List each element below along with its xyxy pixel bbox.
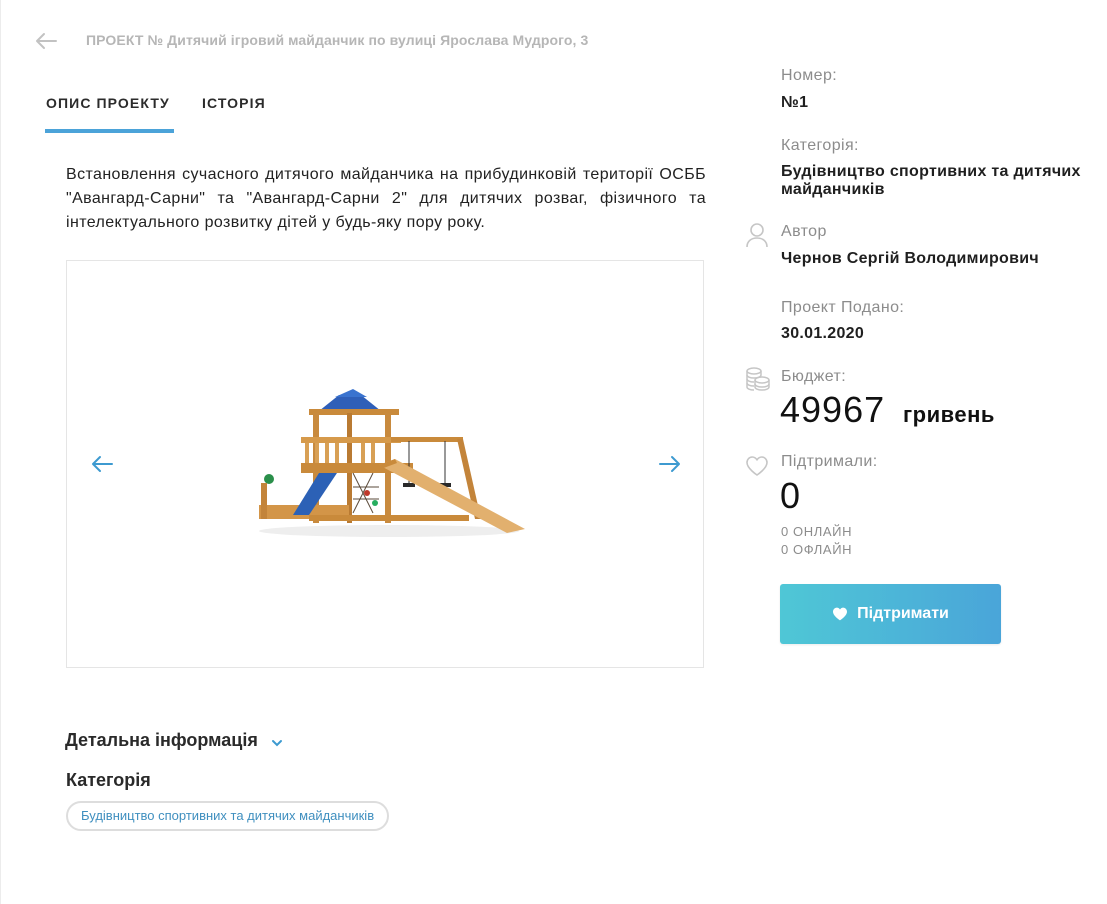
author-label: Автор xyxy=(781,223,827,240)
coins-icon xyxy=(745,366,771,397)
image-carousel xyxy=(66,260,704,668)
playground-image xyxy=(249,383,529,548)
supported-label: Підтримали: xyxy=(781,453,878,470)
project-description: Встановлення сучасного дитячого майданчи… xyxy=(66,166,706,231)
budget-value: 49967 xyxy=(780,389,886,430)
number-value: №1 xyxy=(781,94,809,111)
page-border xyxy=(0,0,1,904)
chevron-down-icon xyxy=(271,731,283,752)
tab-history[interactable]: ІСТОРІЯ xyxy=(202,95,266,111)
author-value: Чернов Сергій Володимирович xyxy=(781,250,1039,267)
submitted-label: Проект Подано: xyxy=(781,299,905,316)
submitted-value: 30.01.2020 xyxy=(781,325,865,342)
category-label: Категорія: xyxy=(781,137,859,154)
breadcrumb: ПРОЕКТ № Дитячий ігровий майданчик по ву… xyxy=(86,32,589,48)
active-tab-indicator xyxy=(45,129,174,133)
support-button-label: Підтримати xyxy=(857,605,949,622)
supported-offline: 0 ОФЛАЙН xyxy=(781,542,853,557)
user-icon xyxy=(745,222,769,253)
budget-label: Бюджет: xyxy=(781,368,847,385)
heart-icon xyxy=(833,607,848,621)
tab-project-description[interactable]: ОПИС ПРОЕКТУ xyxy=(46,95,170,111)
details-toggle[interactable]: Детальна інформація xyxy=(65,730,283,752)
category-value: Будівництво спортивних та дитячих майдан… xyxy=(781,163,1081,198)
supported-online: 0 ОНЛАЙН xyxy=(781,524,853,539)
number-label: Номер: xyxy=(781,67,838,84)
support-button[interactable]: Підтримати xyxy=(780,584,1001,644)
back-arrow-icon[interactable] xyxy=(34,30,58,52)
supported-value: 0 xyxy=(780,475,801,516)
carousel-prev-icon[interactable] xyxy=(89,454,115,474)
category-heading: Категорія xyxy=(66,770,151,790)
details-toggle-label: Детальна інформація xyxy=(65,730,258,750)
category-chip[interactable]: Будівництво спортивних та дитячих майдан… xyxy=(66,801,390,831)
carousel-next-icon[interactable] xyxy=(657,454,683,474)
heart-outline-icon xyxy=(745,455,769,482)
budget-unit: гривень xyxy=(903,402,995,427)
